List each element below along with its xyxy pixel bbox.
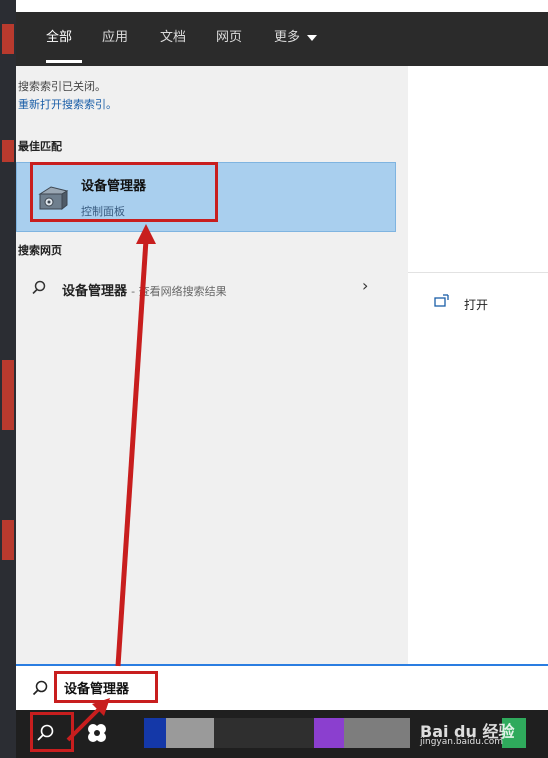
- annotation-arrows: [66, 224, 156, 742]
- watermark-url: jingyan.baidu.com: [420, 737, 504, 747]
